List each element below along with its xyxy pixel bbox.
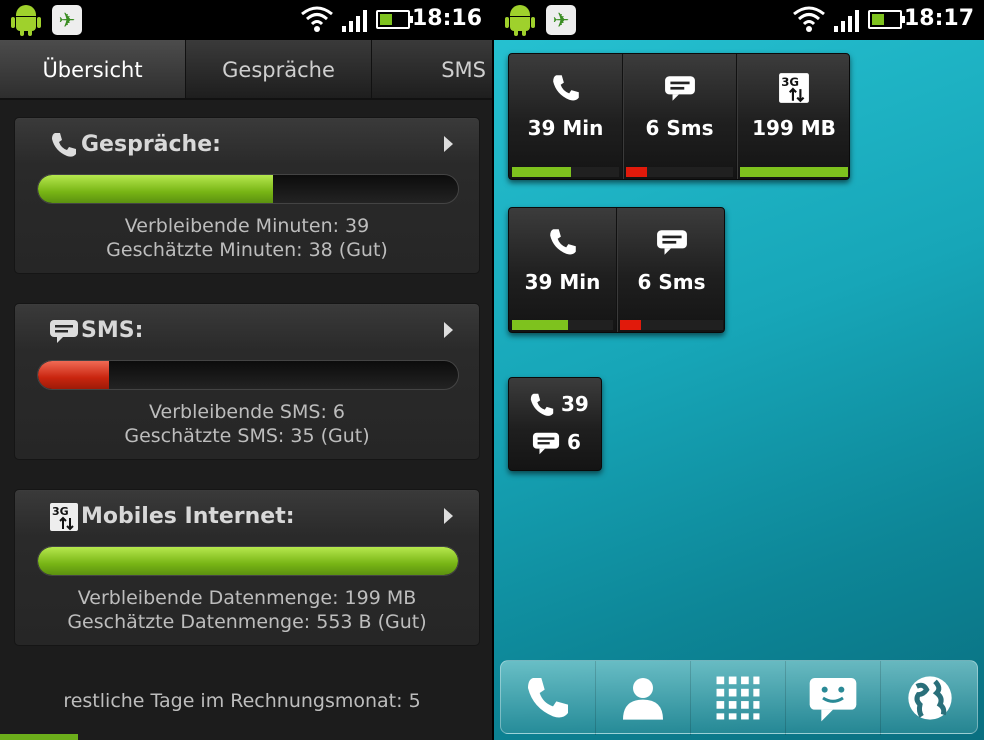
tab-calls[interactable]: Gespräche	[186, 40, 372, 98]
widget-small-sms-value: 6	[567, 430, 581, 454]
calls-level-fill	[512, 167, 571, 177]
wifi-icon	[301, 6, 333, 32]
internet-remaining: Verbleibende Datenmenge: 199 MB	[77, 587, 417, 609]
browser-globe-icon	[908, 676, 952, 720]
apps-grid-icon	[716, 676, 760, 720]
signal-icon	[342, 10, 368, 32]
internet-card[interactable]: 3G Mobiles Internet: Verbleibende Datenm…	[14, 489, 480, 646]
calls-card[interactable]: Gespräche: Verbleibende Minuten: 39 Gesc…	[14, 117, 480, 274]
calls-remaining: Verbleibende Minuten: 39	[124, 215, 370, 237]
sms-progress-fill	[38, 361, 110, 389]
calls-estimated: Geschätzte Minuten: 38 (Gut)	[106, 239, 388, 261]
internet-progress-bar	[37, 546, 459, 576]
internet-title: Mobiles Internet:	[81, 504, 295, 529]
status-bar: ✈ 18:17	[494, 0, 984, 40]
dock-bar	[500, 660, 979, 735]
sms-progress-bar	[37, 360, 459, 390]
sms-level-fill	[620, 320, 641, 330]
app-notification-icon: ✈	[546, 5, 576, 35]
sms-title: SMS:	[81, 318, 144, 343]
chevron-right-icon	[444, 136, 453, 152]
3g-data-icon: 3G	[779, 73, 809, 103]
data-level-indicator	[740, 167, 848, 177]
internet-progress-fill	[38, 547, 458, 575]
sms-level-fill	[626, 167, 648, 177]
widget-data-value: 199 MB	[752, 116, 836, 140]
sms-icon	[664, 76, 695, 101]
signal-icon	[834, 10, 860, 32]
clock: 18:16	[411, 6, 482, 31]
dock-messaging-button[interactable]	[786, 661, 881, 735]
left-screen: ✈ 18:16 Übersicht Gespräche SMS Gespräch…	[0, 0, 492, 740]
tab-sms[interactable]: SMS	[372, 40, 492, 98]
widget-calls-value: 39 Min	[524, 270, 601, 294]
internet-estimated: Geschätzte Datenmenge: 553 B (Gut)	[67, 611, 427, 633]
dock-browser-button[interactable]	[881, 661, 979, 735]
sms-estimated: Geschätzte SMS: 35 (Gut)	[124, 425, 370, 447]
calls-level-indicator	[512, 167, 619, 177]
phone-icon	[528, 678, 568, 718]
phone-icon	[552, 75, 579, 101]
widget-small-calls-value: 39	[561, 392, 589, 416]
calls-level-indicator	[512, 320, 613, 330]
tab-overview[interactable]: Übersicht	[0, 40, 186, 98]
chevron-right-icon	[444, 322, 453, 338]
dock-phone-button[interactable]	[501, 661, 596, 735]
widget-sms-value: 6 Sms	[637, 270, 706, 294]
svg-text:3G: 3G	[781, 75, 799, 89]
data-level-fill	[740, 167, 848, 177]
clock: 18:17	[903, 6, 974, 31]
sms-icon	[656, 230, 687, 255]
calls-level-fill	[512, 320, 568, 330]
android-icon	[504, 3, 536, 37]
sms-icon	[50, 320, 78, 343]
widget-sms-cell[interactable]: 6 Sms	[623, 54, 737, 179]
sms-remaining: Verbleibende SMS: 6	[149, 401, 345, 423]
battery-icon	[376, 10, 413, 29]
phone-icon	[549, 229, 576, 255]
wifi-icon	[793, 6, 825, 32]
scroll-indicator	[0, 734, 78, 740]
sms-icon	[532, 432, 560, 455]
widget-sms-value: 6 Sms	[645, 116, 714, 140]
android-icon	[10, 3, 42, 37]
phone-icon	[52, 133, 76, 157]
calls-title: Gespräche:	[81, 132, 221, 157]
phone-icon	[530, 393, 554, 416]
widget-small[interactable]: 39 6	[508, 377, 602, 471]
messaging-icon	[809, 678, 857, 722]
sms-level-indicator	[620, 320, 723, 330]
dock-apps-button[interactable]	[691, 661, 786, 735]
widget-medium[interactable]: 39 Min 6 Sms	[508, 207, 725, 333]
widget-calls-cell[interactable]: 39 Min	[509, 54, 623, 179]
chevron-right-icon	[444, 508, 453, 524]
widget-calls-value: 39 Min	[527, 116, 604, 140]
sms-level-indicator	[626, 167, 733, 177]
right-screen-homescreen: ✈ 18:17 39 Min 6 Sms 3G 199 MB 39 Min 6 …	[494, 0, 984, 740]
contacts-icon	[623, 678, 663, 720]
app-notification-icon: ✈	[52, 5, 82, 35]
widget-large[interactable]: 39 Min 6 Sms 3G 199 MB	[508, 53, 850, 180]
battery-icon	[868, 10, 905, 29]
status-bar: ✈ 18:16	[0, 0, 492, 40]
widget-data-cell[interactable]: 3G 199 MB	[737, 54, 851, 179]
widget-calls-cell[interactable]: 39 Min	[509, 208, 617, 332]
tab-bar: Übersicht Gespräche SMS	[0, 40, 492, 100]
calls-progress-fill	[38, 175, 274, 203]
sms-card[interactable]: SMS: Verbleibende SMS: 6 Geschätzte SMS:…	[14, 303, 480, 460]
svg-text:3G: 3G	[52, 505, 69, 518]
calls-progress-bar	[37, 174, 459, 204]
dock-contacts-button[interactable]	[596, 661, 691, 735]
billing-days-remaining: restliche Tage im Rechnungsmonat: 5	[63, 690, 421, 712]
widget-sms-cell[interactable]: 6 Sms	[617, 208, 726, 332]
3g-data-icon: 3G	[50, 503, 78, 531]
